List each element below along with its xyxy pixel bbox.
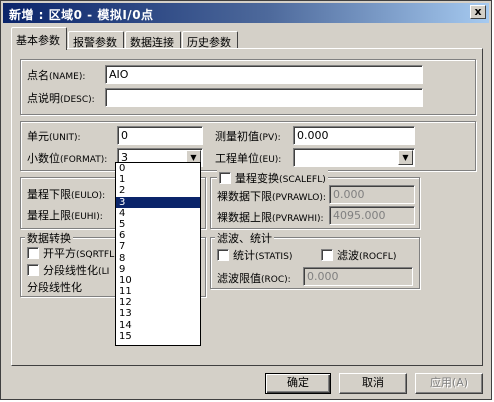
format-dropdown-list[interactable]: 0 1 2 3 4 5 6 7 8 9 10 11 12 13 14 15: [115, 162, 201, 346]
linear-checkbox-box[interactable]: [27, 264, 39, 276]
linear-text: 分段线性化: [27, 281, 82, 294]
desc-label: 点说明(DESC):: [27, 92, 95, 105]
desc-input[interactable]: [105, 88, 423, 107]
roc-input: 0.000: [303, 267, 413, 286]
format-option[interactable]: 6: [116, 230, 200, 241]
pv-input[interactable]: 0.000: [293, 126, 415, 145]
tab-panel: 点名(NAME): AIO 点说明(DESC): 单元(UNIT): 0 小数位…: [11, 48, 483, 366]
format-option[interactable]: 8: [116, 253, 200, 264]
group-unit: 单元(UNIT): 0 小数位(FORMAT): 3 ▼ 测量初值(PV): 0…: [20, 121, 476, 171]
title-bar[interactable]: 新增 : 区域0 - 模拟I/0点 x: [3, 3, 489, 23]
tab-history-params[interactable]: 历史参数: [182, 31, 238, 49]
pvrawhi-input: 4095.000: [329, 206, 415, 225]
roc-label: 滤波限值(ROC):: [217, 272, 291, 285]
eu-label: 工程单位(EU):: [215, 152, 282, 165]
pvrawlo-label: 裸数据下限(PVRAWLO):: [217, 190, 326, 203]
format-option[interactable]: 15: [116, 331, 200, 342]
format-option[interactable]: 11: [116, 286, 200, 297]
filter-legend: 滤波、统计: [215, 230, 274, 246]
apply-button: 应用(A): [415, 373, 483, 394]
group-filter: 滤波、统计 统计(STATIS) 滤波(ROCFL) 滤波限值(ROC): 0.…: [210, 230, 420, 289]
pvrawhi-label: 裸数据上限(PVRAWHI):: [217, 211, 324, 224]
sqrt-checkbox-box[interactable]: [27, 247, 39, 259]
pvrawlo-input: 0.000: [329, 185, 415, 204]
sqrt-checkbox[interactable]: 开平方(SQRTFL: [27, 245, 114, 261]
group-scale: 量程变换(SCALEFL) 裸数据下限(PVRAWLO): 0.000 裸数据上…: [210, 170, 420, 229]
dialog-window: 新增 : 区域0 - 模拟I/0点 x 基本参数 报警参数 数据连接 历史参数 …: [0, 0, 492, 400]
window-title: 新增 : 区域0 - 模拟I/0点: [9, 8, 154, 22]
stats-checkbox-box[interactable]: [217, 249, 229, 261]
linear-checkbox[interactable]: 分段线性化(LI: [27, 262, 109, 278]
euhi-label: 量程上限(EUHI):: [27, 209, 103, 222]
cancel-button[interactable]: 取消: [339, 373, 407, 394]
format-option[interactable]: 1: [116, 174, 200, 185]
format-option[interactable]: 12: [116, 297, 200, 308]
stats-checkbox[interactable]: 统计(STATIS): [217, 247, 293, 263]
format-option[interactable]: 10: [116, 275, 200, 286]
ok-button[interactable]: 确定: [265, 373, 331, 394]
eu-combo[interactable]: ▼: [293, 148, 415, 167]
format-label: 小数位(FORMAT):: [27, 152, 108, 165]
tab-basic-params[interactable]: 基本参数: [11, 27, 67, 50]
format-option[interactable]: 7: [116, 241, 200, 252]
tab-data-connection[interactable]: 数据连接: [125, 31, 181, 49]
group-basic: 点名(NAME): AIO 点说明(DESC):: [20, 59, 476, 115]
scale-checkbox[interactable]: 量程变换(SCALEFL): [217, 170, 328, 186]
name-label: 点名(NAME):: [27, 69, 86, 82]
format-option[interactable]: 13: [116, 308, 200, 319]
close-button[interactable]: x: [470, 5, 486, 19]
format-option[interactable]: 5: [116, 219, 200, 230]
format-option[interactable]: 9: [116, 264, 200, 275]
conversion-legend: 数据转换: [25, 230, 73, 246]
scale-checkbox-box[interactable]: [219, 172, 231, 184]
format-option[interactable]: 14: [116, 320, 200, 331]
tab-alarm-params[interactable]: 报警参数: [68, 31, 124, 49]
rocfl-checkbox-box[interactable]: [321, 249, 333, 261]
rocfl-checkbox[interactable]: 滤波(ROCFL): [321, 247, 396, 263]
pv-label: 测量初值(PV):: [215, 130, 281, 143]
unit-input[interactable]: 0: [117, 126, 203, 145]
chevron-down-icon[interactable]: ▼: [398, 150, 413, 165]
eulo-label: 量程下限(EULO):: [27, 188, 106, 201]
format-option[interactable]: 0: [116, 163, 200, 174]
name-input[interactable]: AIO: [105, 65, 423, 84]
format-option[interactable]: 4: [116, 208, 200, 219]
format-option[interactable]: 3: [116, 196, 200, 208]
format-option[interactable]: 2: [116, 185, 200, 196]
unit-label: 单元(UNIT):: [27, 130, 81, 143]
